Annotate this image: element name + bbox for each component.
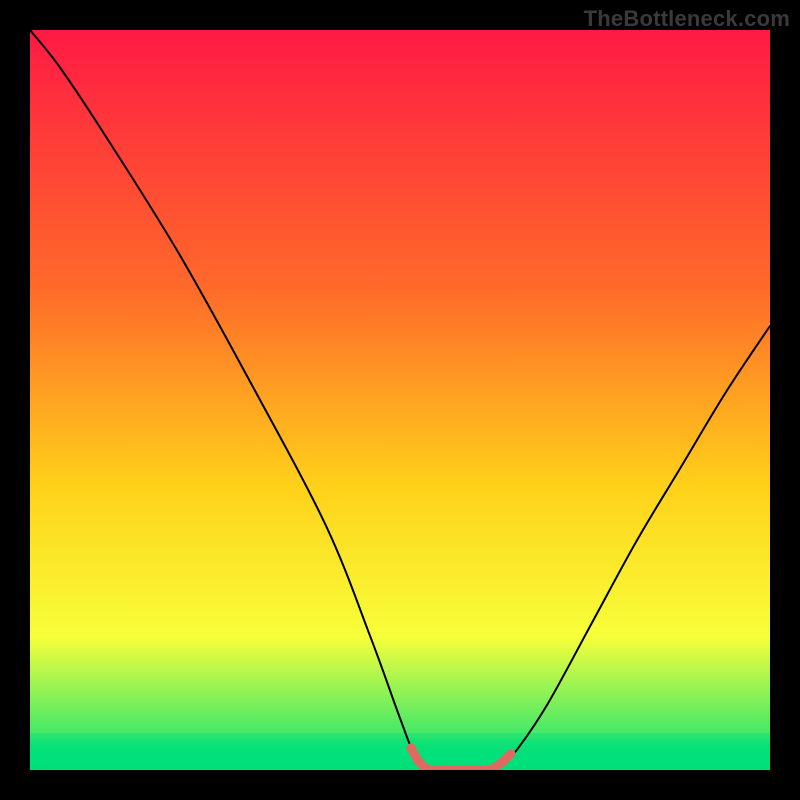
green-band xyxy=(30,763,770,770)
chart-frame: TheBottleneck.com xyxy=(0,0,800,800)
plot-area xyxy=(30,30,770,770)
gradient-bg xyxy=(30,30,770,770)
watermark-text: TheBottleneck.com xyxy=(584,6,790,32)
chart-svg xyxy=(30,30,770,770)
